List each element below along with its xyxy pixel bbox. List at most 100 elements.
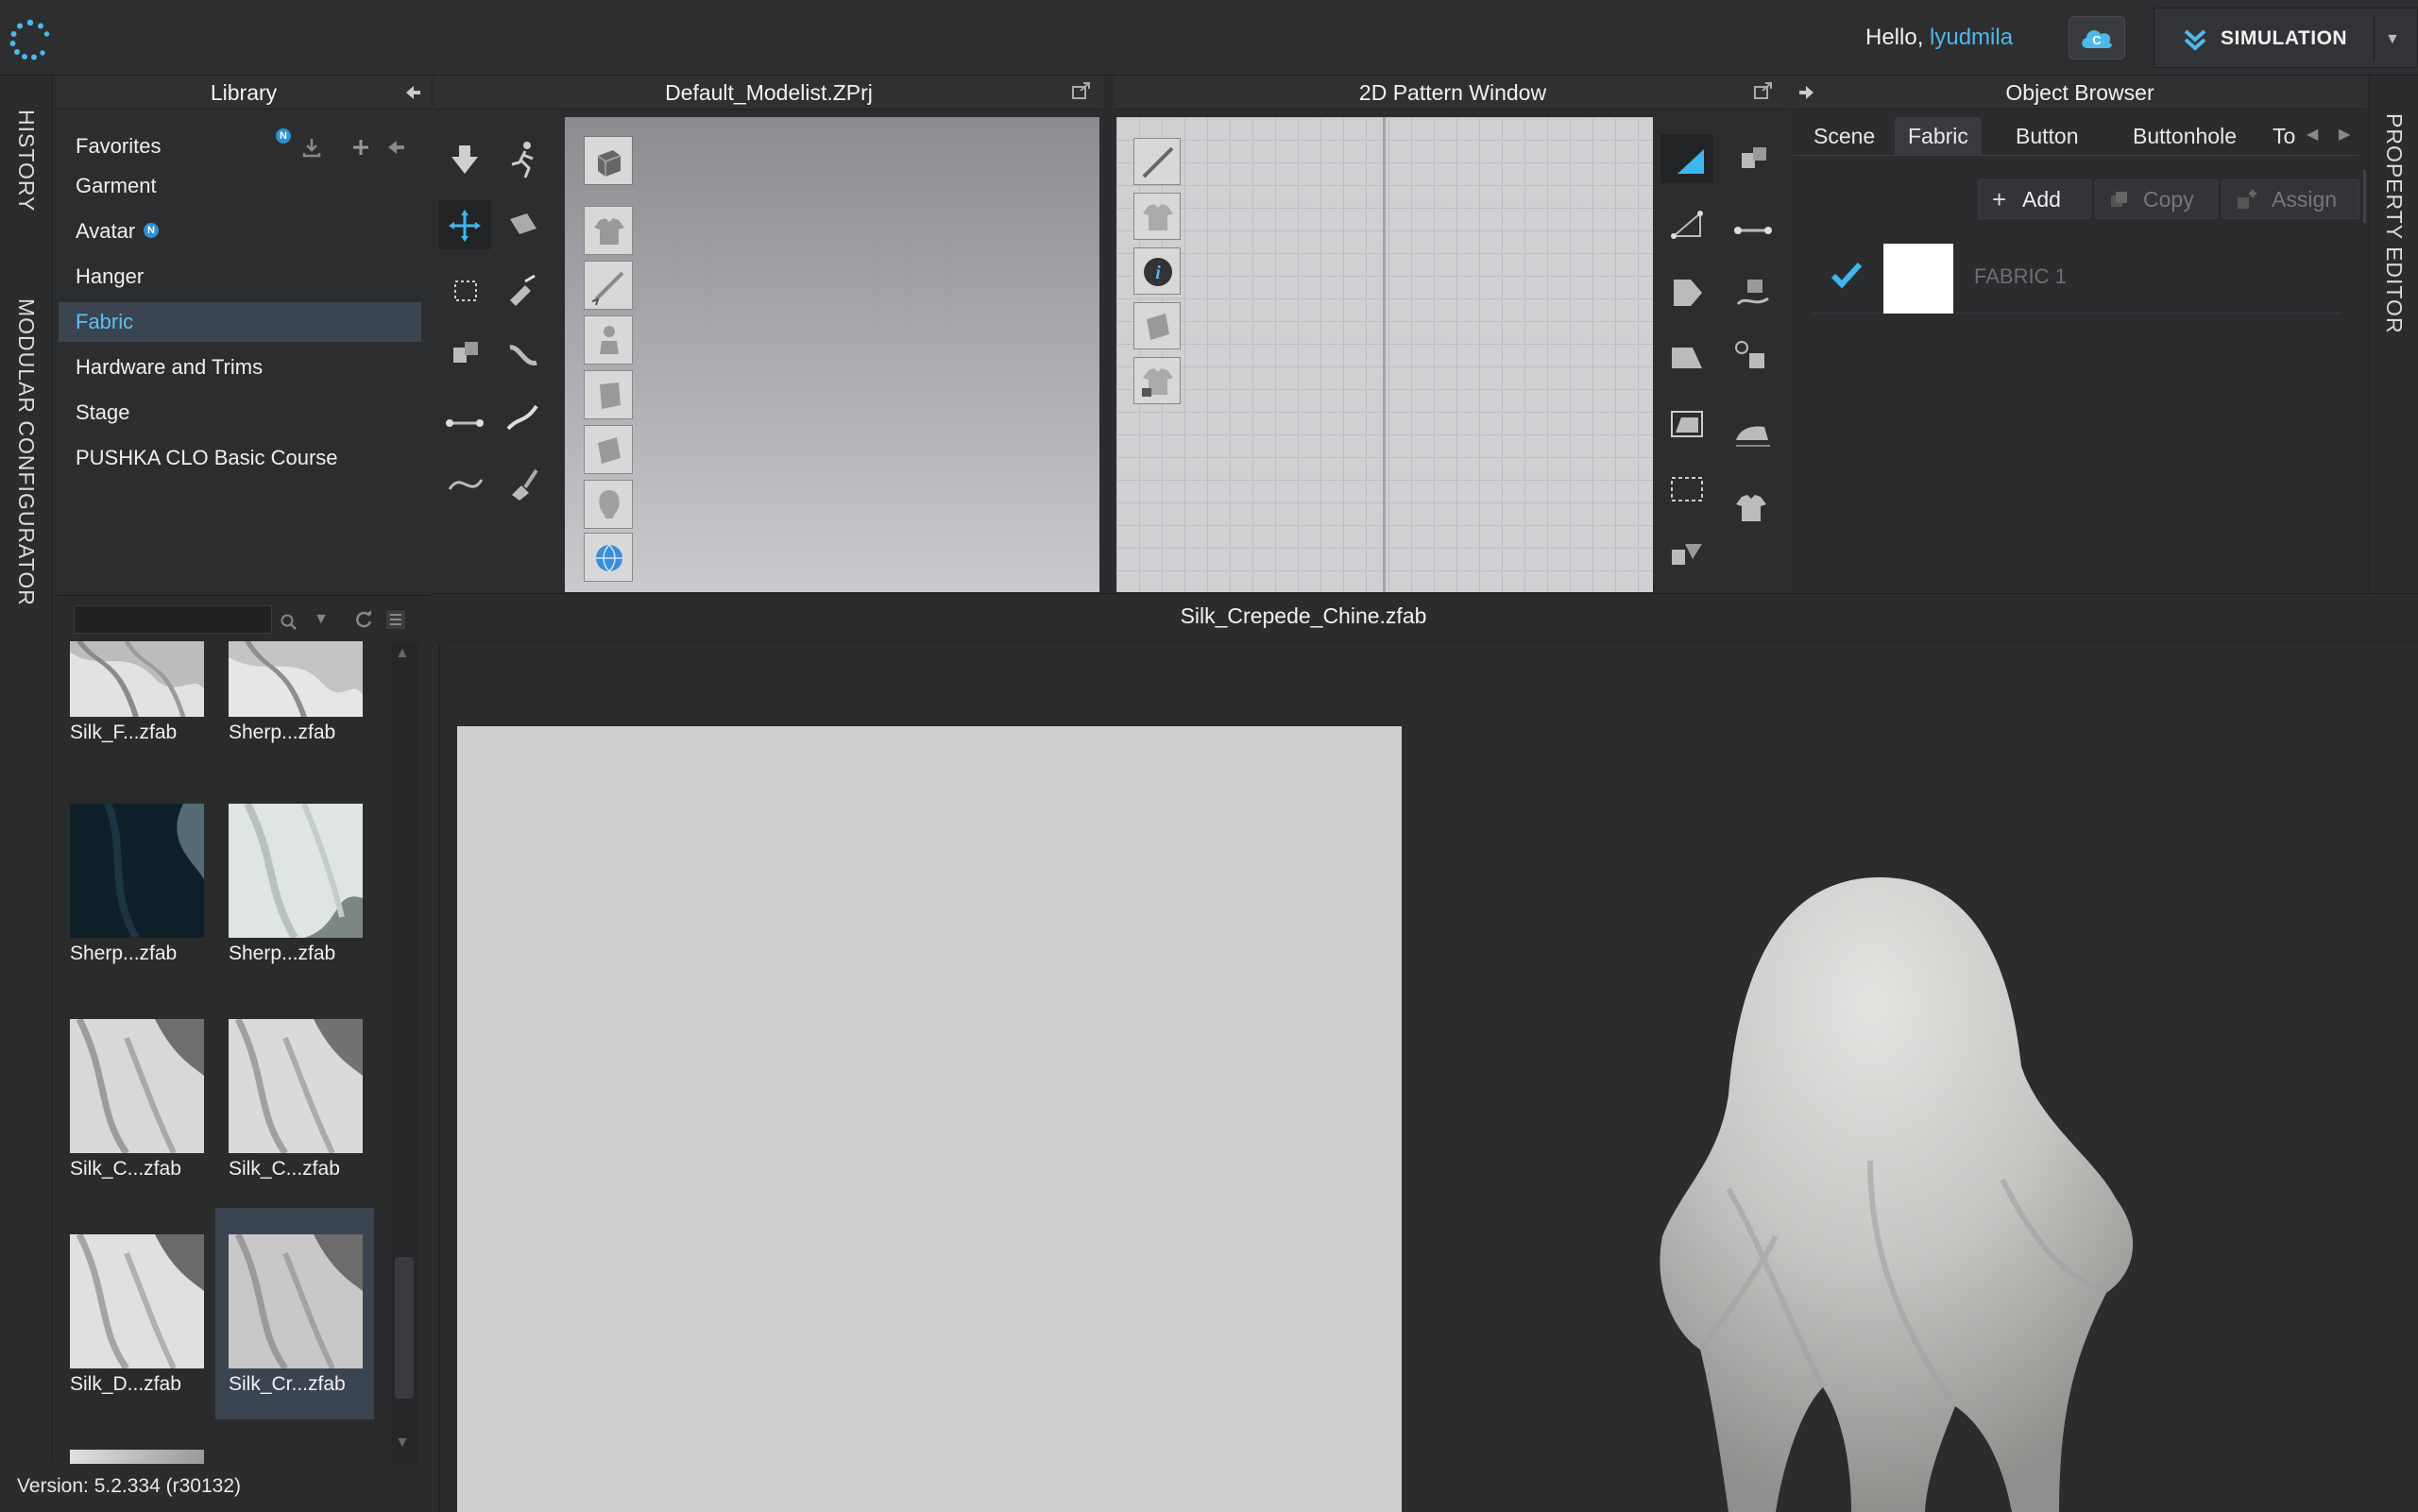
checkmark-icon[interactable] — [1831, 261, 1863, 289]
transform-pattern-tool[interactable] — [1660, 134, 1713, 183]
back-arrow-icon[interactable] — [385, 136, 408, 159]
tab-topstitch[interactable]: To — [2259, 117, 2308, 155]
assign-button[interactable]: Assign — [2222, 179, 2359, 219]
select-box-tool[interactable] — [438, 264, 491, 314]
add-button[interactable]: + Add — [1978, 179, 2091, 219]
search-icon[interactable] — [280, 613, 298, 632]
curve-tool[interactable] — [438, 457, 491, 506]
environment-button[interactable] — [584, 533, 633, 582]
thumbnail-item[interactable]: Sherp...zfab — [70, 802, 204, 965]
show-garment-button[interactable] — [584, 206, 633, 255]
lock-pattern-button[interactable] — [1133, 357, 1181, 404]
show-avatar-button[interactable] — [584, 315, 633, 365]
thumbnail-item[interactable]: Silk_D...zfab — [70, 1232, 204, 1396]
thumbnail-item[interactable]: Silk_F...zfab — [70, 640, 204, 744]
tab-modular-configurator[interactable]: MODULAR CONFIGURATOR — [13, 298, 39, 606]
2d-pattern-canvas[interactable]: i — [1116, 117, 1653, 592]
library-item-garment[interactable]: Garment — [76, 174, 157, 198]
thumbnail-item[interactable]: Sherp...zfab — [229, 640, 363, 744]
select-region-tool[interactable] — [1660, 465, 1713, 514]
segment-sewing-tool[interactable] — [1727, 134, 1779, 183]
library-item-stage[interactable]: Stage — [76, 400, 130, 425]
clo-cloud-button[interactable]: C — [2069, 16, 2125, 59]
mode-selector[interactable]: SIMULATION ▼ — [2154, 8, 2418, 68]
search-input[interactable] — [74, 605, 272, 634]
measure-tool[interactable] — [497, 393, 550, 442]
brush-tool[interactable] — [497, 457, 550, 506]
library-item-hardware-and-trims[interactable]: Hardware and Trims — [76, 355, 263, 380]
popout-icon[interactable] — [1753, 81, 1774, 100]
sewing-tool[interactable] — [438, 329, 491, 378]
add-icon[interactable] — [349, 136, 372, 159]
show-pins-button[interactable] — [584, 261, 633, 310]
refresh-icon[interactable] — [353, 609, 374, 630]
filter-dropdown-icon[interactable]: ▼ — [314, 611, 329, 628]
fabric-thumbnail — [229, 1232, 363, 1371]
garment-tool[interactable] — [1727, 484, 1779, 533]
scrollbar-thumb[interactable] — [395, 1257, 414, 1399]
edit-sewing-tool[interactable] — [1727, 200, 1779, 249]
dashed-rect-icon — [454, 280, 477, 301]
show-texture-button[interactable] — [1133, 302, 1181, 349]
fabric-preview-viewer[interactable]: Silk_Crepede_Chine.zfab — [434, 593, 2418, 1512]
fold-arrangement-tool[interactable] — [1727, 408, 1779, 457]
thumbnail-item[interactable]: Silk_C...zfab — [229, 1017, 363, 1181]
show-texture-button[interactable] — [584, 425, 633, 474]
avatar-silhouette-button[interactable] — [584, 480, 633, 529]
library-item-fabric[interactable]: Fabric — [76, 310, 133, 334]
move-tool[interactable] — [438, 200, 491, 249]
tab-fabric[interactable]: Fabric — [1895, 117, 1982, 155]
fold-tool[interactable] — [497, 200, 550, 249]
show-pattern-button[interactable] — [1133, 193, 1181, 240]
segment-sewing-tool[interactable] — [438, 393, 491, 442]
fabric-name[interactable]: FABRIC 1 — [1974, 264, 2067, 289]
thumbnail-item[interactable]: Silk_C...zfab — [70, 1017, 204, 1181]
scroll-down-arrow[interactable]: ▼ — [395, 1435, 410, 1452]
thumbnail-item-selected[interactable]: Silk_Cr...zfab — [229, 1232, 363, 1396]
collapse-right-icon[interactable] — [1796, 83, 1817, 102]
3d-viewport[interactable] — [565, 117, 1099, 592]
show-sewing-lines-button[interactable] — [1133, 138, 1181, 185]
thumbnail-partial[interactable] — [70, 1450, 204, 1465]
pin-tool[interactable] — [497, 264, 550, 314]
rectangle-tool[interactable] — [1660, 332, 1713, 382]
tab-buttonhole[interactable]: Buttonhole — [2120, 117, 2250, 155]
free-sewing-tool[interactable] — [1727, 266, 1779, 315]
show-fabric-button[interactable] — [584, 370, 633, 419]
list-view-icon[interactable] — [385, 609, 406, 630]
show-info-button[interactable]: i — [1133, 247, 1181, 295]
polygon-tool[interactable] — [1660, 266, 1713, 315]
tab-button[interactable]: Button — [2002, 117, 2092, 155]
library-item-avatar[interactable]: Avatar — [76, 219, 135, 244]
check-sewing-tool[interactable] — [1727, 332, 1779, 382]
lock-shirt-icon — [1142, 368, 1173, 397]
trace-tool[interactable] — [1660, 531, 1713, 580]
collapse-left-icon[interactable] — [402, 83, 423, 102]
tab-scroll-right-icon[interactable]: ▶ — [2339, 125, 2350, 144]
tack-tool[interactable] — [497, 329, 550, 378]
library-item-favorites[interactable]: Favorites — [76, 134, 161, 159]
tab-scene[interactable]: Scene — [1800, 117, 1888, 155]
tab-scroll-left-icon[interactable]: ◀ — [2307, 125, 2318, 144]
assign-icon — [2238, 190, 2256, 209]
username-link[interactable]: lyudmila — [1930, 25, 2013, 50]
clo-logo-icon[interactable] — [8, 17, 53, 62]
download-icon[interactable] — [300, 136, 323, 159]
fabric-list-item[interactable]: FABRIC 1 — [1812, 238, 2341, 314]
popout-icon[interactable] — [1071, 81, 1092, 100]
trace-icon — [1672, 544, 1702, 565]
tab-history[interactable]: HISTORY — [13, 110, 39, 212]
fabric-flat-swatch — [457, 726, 1402, 1512]
internal-shape-tool[interactable] — [1660, 399, 1713, 448]
avatar-pose-tool[interactable] — [497, 136, 550, 185]
thumbnail-item[interactable]: Sherp...zfab — [229, 802, 363, 965]
tab-property-editor[interactable]: PROPERTY EDITOR — [2381, 113, 2407, 334]
library-item-hanger[interactable]: Hanger — [76, 264, 144, 289]
scroll-up-arrow[interactable]: ▲ — [395, 645, 410, 662]
edit-point-tool[interactable] — [1660, 200, 1713, 249]
display-mode-button[interactable] — [584, 136, 633, 185]
library-item-pushka-clo-basic-course[interactable]: PUSHKA CLO Basic Course — [76, 446, 338, 470]
gravity-down-tool[interactable] — [438, 136, 491, 185]
chevron-down-icon[interactable]: ▼ — [2385, 31, 2400, 48]
copy-button[interactable]: Copy — [2095, 179, 2218, 219]
